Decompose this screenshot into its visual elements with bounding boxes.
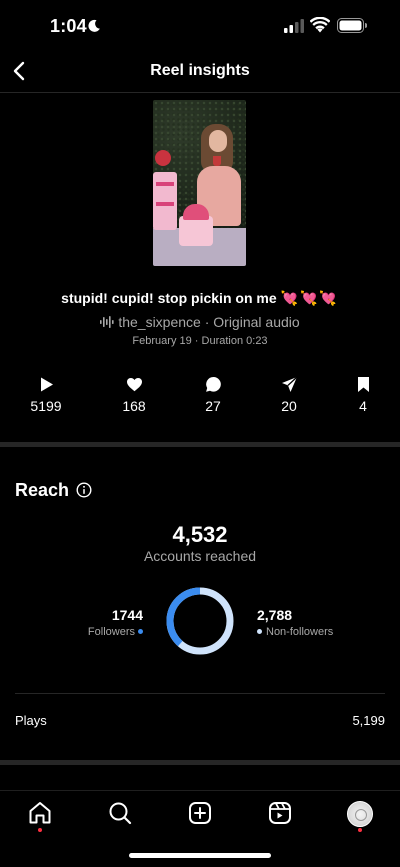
plays-row-value: 5,199 [352, 713, 385, 728]
non-followers-label: Non-followers [266, 626, 334, 638]
stat-saves-value: 4 [359, 398, 367, 414]
reel-meta: February 19 · Duration 0:23 [132, 335, 268, 347]
status-time: 1:04 [50, 16, 87, 36]
stat-shares: 20 [259, 376, 319, 414]
followers-value: 1744 [111, 607, 143, 623]
non-followers-dot [257, 629, 262, 634]
create-icon [189, 802, 211, 824]
nav-profile-avatar[interactable] [347, 801, 373, 827]
plays-row-label: Plays [15, 713, 47, 728]
battery-icon [337, 18, 367, 33]
section-divider [0, 442, 400, 447]
section-divider [0, 760, 400, 765]
followers-dot [138, 629, 143, 634]
accounts-reached-label: Accounts reached [143, 548, 257, 564]
header-divider [0, 92, 400, 93]
nav-home[interactable] [27, 800, 53, 826]
audio-row[interactable]: the_sixpence · Original audio [0, 314, 400, 330]
accounts-reached-value: 4,532 [172, 522, 228, 547]
followers-label: Followers [87, 626, 135, 638]
stat-likes: 168 [104, 376, 164, 414]
reels-icon [269, 802, 291, 824]
info-icon[interactable] [76, 482, 92, 498]
share-icon [281, 376, 297, 392]
nav-create[interactable] [187, 800, 213, 826]
bookmark-icon [357, 377, 369, 392]
reach-title: Reach [15, 480, 70, 500]
engagement-stats: 5199 168 27 20 4 [0, 376, 400, 420]
header: Reel insights [0, 54, 400, 90]
moon-icon [88, 19, 100, 32]
home-icon [29, 802, 51, 824]
wifi-icon [310, 17, 330, 33]
stat-plays-value: 5199 [30, 398, 62, 414]
caption-emoji: 💘💘💘 [280, 290, 339, 306]
stat-plays: 5199 [16, 376, 76, 414]
caption-text: stupid! cupid! stop pickin on me [61, 290, 277, 306]
divider [15, 693, 385, 694]
play-icon [40, 377, 53, 392]
nav-search[interactable] [107, 800, 133, 826]
stat-comments: 27 [183, 376, 243, 414]
cellular-signal-icon [284, 19, 304, 33]
comment-icon [205, 377, 221, 392]
non-followers-legend: Non-followers [257, 626, 333, 638]
non-followers-value: 2,788 [257, 607, 293, 623]
notification-dot [358, 828, 362, 832]
stat-saves: 4 [333, 376, 393, 414]
stat-shares-value: 20 [281, 398, 297, 414]
page-title: Reel insights [150, 62, 250, 79]
reel-thumbnail[interactable] [153, 100, 246, 266]
reach-donut-chart [166, 587, 234, 655]
heart-icon [126, 378, 142, 392]
notification-dot [38, 828, 42, 832]
audio-label: the_sixpence · Original audio [118, 314, 300, 330]
bottom-nav-border [0, 790, 400, 791]
nav-reels[interactable] [267, 800, 293, 826]
home-indicator [129, 853, 271, 858]
audio-waveform-icon [100, 316, 114, 328]
status-bar: 1:04 [0, 0, 400, 54]
stat-comments-value: 27 [205, 398, 221, 414]
stat-likes-value: 168 [122, 398, 146, 414]
reel-caption: stupid! cupid! stop pickin on me 💘💘💘 [0, 290, 400, 307]
search-icon [109, 802, 132, 825]
followers-legend: Followers [88, 626, 143, 638]
